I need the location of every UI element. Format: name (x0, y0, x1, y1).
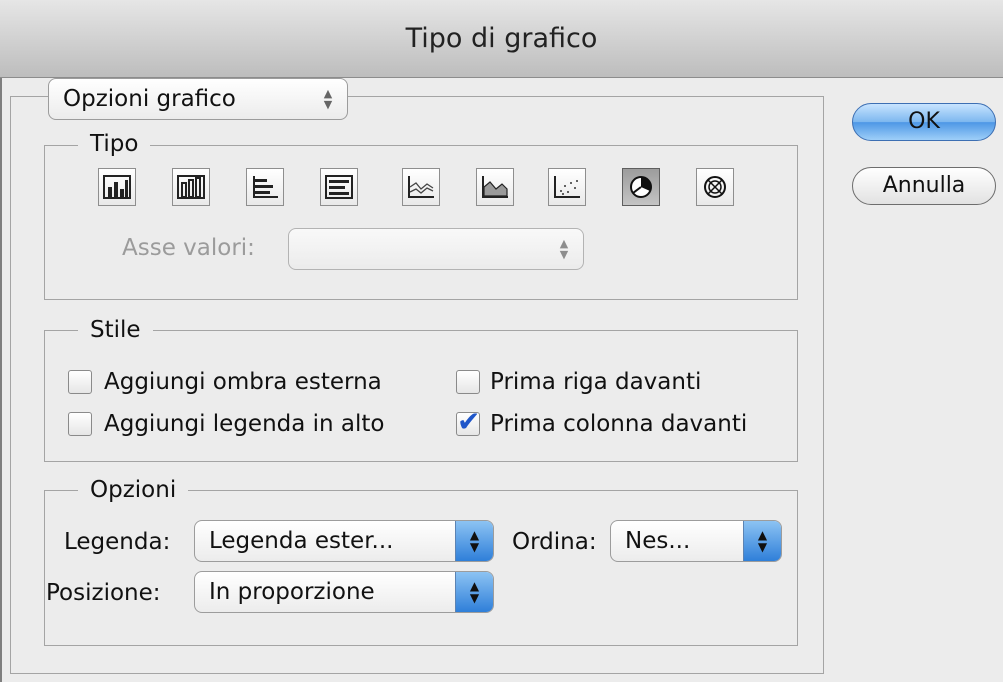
line-chart-icon (408, 176, 434, 198)
chart-type-pie[interactable] (622, 168, 660, 206)
value-axis-label: Asse valori: (122, 235, 255, 261)
stacked-bar-chart-icon (325, 175, 353, 199)
window-title: Tipo di grafico (405, 23, 598, 54)
first-row-front-label: Prima riga davanti (490, 369, 702, 395)
cancel-button[interactable]: Annulla (852, 167, 996, 205)
type-group-legend: Tipo (78, 130, 151, 158)
sort-select-arrows-icon: ▲ ▼ (743, 521, 781, 561)
legend-select-arrows-icon: ▲ ▼ (455, 521, 493, 561)
legend-top-label: Aggiungi legenda in alto (104, 411, 385, 437)
sort-select-label: Ordina: (512, 529, 597, 555)
options-group-legend: Opzioni (78, 476, 189, 504)
first-column-front-label: Prima colonna davanti (490, 411, 748, 437)
pie-chart-icon (630, 176, 652, 198)
section-popup[interactable]: Opzioni grafico ▲ ▼ (48, 78, 348, 120)
position-select-label: Posizione: (46, 580, 161, 606)
chart-type-scatter[interactable] (548, 168, 586, 206)
chart-type-area[interactable] (476, 168, 514, 206)
position-select-arrows-icon: ▲ ▼ (455, 572, 493, 612)
popup-arrows-icon: ▲ ▼ (559, 237, 569, 261)
column-chart-icon (103, 175, 131, 199)
value-axis-select: ▲ ▼ (288, 228, 584, 270)
chart-type-stacked-bar[interactable] (320, 168, 358, 206)
legend-top-checkbox[interactable] (68, 412, 92, 436)
dialog-body: Opzioni grafico ▲ ▼ Tipo Asse valori: ▲ … (0, 78, 1003, 682)
legend-select-value: Legenda ester... (209, 528, 394, 554)
window-title-bar: Tipo di grafico (0, 0, 1003, 78)
chart-type-stacked-column[interactable] (172, 168, 210, 206)
scatter-chart-icon (554, 176, 580, 198)
bar-chart-icon (253, 176, 278, 198)
legend-select-label: Legenda: (64, 529, 171, 555)
drop-shadow-label: Aggiungi ombra esterna (104, 369, 382, 395)
area-chart-icon (482, 176, 508, 198)
ok-button[interactable]: OK (852, 103, 996, 141)
options-group (44, 490, 798, 646)
chart-type-line[interactable] (402, 168, 440, 206)
drop-shadow-checkbox[interactable] (68, 370, 92, 394)
position-select[interactable]: In proporzione ▲ ▼ (194, 571, 494, 613)
stacked-column-chart-icon (177, 175, 205, 199)
first-row-front-checkbox[interactable] (456, 370, 480, 394)
chart-type-bar[interactable] (246, 168, 284, 206)
section-popup-value: Opzioni grafico (63, 86, 236, 112)
legend-select[interactable]: Legenda ester... ▲ ▼ (194, 520, 494, 562)
sort-select-value: Nes... (625, 528, 691, 554)
radar-chart-icon (704, 176, 726, 198)
style-group (44, 330, 798, 462)
first-column-front-checkbox[interactable] (456, 405, 480, 438)
popup-arrows-icon: ▲ ▼ (323, 87, 333, 111)
style-group-legend: Stile (78, 316, 153, 344)
chart-type-radar[interactable] (696, 168, 734, 206)
position-select-value: In proporzione (209, 579, 375, 605)
chart-type-column[interactable] (98, 168, 136, 206)
sort-select[interactable]: Nes... ▲ ▼ (610, 520, 782, 562)
